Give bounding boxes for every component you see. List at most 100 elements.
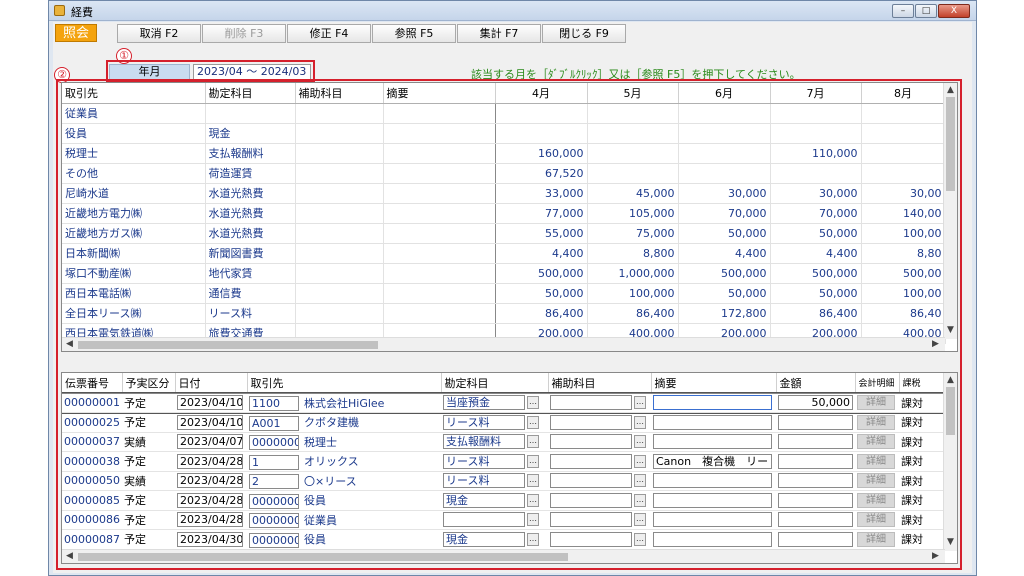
amount-field[interactable] bbox=[778, 414, 853, 430]
browse-button[interactable]: … bbox=[634, 474, 646, 488]
detail-row[interactable]: 00000050 実績 2023/04/28 2 〇×リース リース料…… 詳細 課対 bbox=[62, 471, 945, 491]
browse-button[interactable]: … bbox=[527, 415, 539, 429]
amount-field[interactable] bbox=[778, 434, 853, 450]
memo-field[interactable]: Canon 複合機 リー bbox=[653, 453, 772, 469]
account-field[interactable]: 支払報酬料 bbox=[443, 434, 525, 450]
detail-button[interactable]: 詳細 bbox=[857, 531, 895, 547]
sub-account-field[interactable] bbox=[550, 492, 632, 508]
browse-button[interactable]: … bbox=[634, 435, 646, 449]
scroll-down-icon[interactable]: ▼ bbox=[947, 537, 954, 547]
summary-row[interactable]: 税理士 支払報酬料 160,000 110,000 bbox=[62, 143, 946, 164]
detail-vertical-scrollbar[interactable]: ▲ ▼ bbox=[943, 373, 957, 551]
account-field[interactable]: 現金 bbox=[443, 492, 525, 508]
account-field[interactable]: リース料 bbox=[443, 473, 525, 489]
scroll-down-icon[interactable]: ▼ bbox=[947, 325, 954, 335]
fkey-button-1[interactable]: 取消 F2 bbox=[117, 24, 201, 43]
summary-row[interactable]: 従業員 bbox=[62, 103, 946, 124]
amount-field[interactable]: 50,000 bbox=[778, 395, 853, 411]
period-field[interactable]: 2023/04 ～ 2024/03 bbox=[193, 64, 311, 80]
partner-code-field[interactable]: 1 bbox=[249, 454, 299, 470]
memo-field[interactable] bbox=[653, 414, 772, 430]
account-field[interactable]: 当座預金 bbox=[443, 395, 525, 411]
partner-code-field[interactable]: 1100 bbox=[249, 396, 299, 411]
memo-field[interactable] bbox=[653, 434, 772, 450]
detail-row[interactable]: 00000037実績2023/04/0700000004税理士支払報酬料……詳細… bbox=[62, 432, 945, 452]
detail-button[interactable]: 詳細 bbox=[857, 453, 895, 469]
partner-code-field[interactable]: 00000001 bbox=[249, 513, 299, 528]
summary-row[interactable]: 近畿地方電力㈱ 水道光熱費 77,000 105,000 70,000 70,000 140… bbox=[62, 203, 946, 224]
browse-button[interactable]: … bbox=[634, 396, 646, 410]
memo-field[interactable] bbox=[653, 492, 772, 508]
summary-row[interactable]: 役員 現金 bbox=[62, 123, 946, 144]
summary-row[interactable]: 近畿地方ガス㈱ 水道光熱費 55,000 75,000 50,000 50,000 100,… bbox=[62, 223, 946, 244]
memo-field[interactable] bbox=[653, 473, 772, 489]
detail-button[interactable]: 詳細 bbox=[857, 414, 895, 430]
sub-account-field[interactable] bbox=[550, 473, 632, 489]
voucher-number-cell[interactable]: 00000038 bbox=[62, 451, 122, 472]
account-field[interactable]: リース料 bbox=[443, 453, 525, 469]
browse-button[interactable]: … bbox=[634, 454, 646, 468]
monthly-summary-grid[interactable]: 取引先 勘定科目 補助科目 摘要 4月 5月 6月 7月 8月 従業員 役員 現金 税理士 支払報酬料 1… bbox=[61, 82, 958, 352]
memo-field[interactable] bbox=[653, 512, 772, 528]
detail-row[interactable]: 00000086予定2023/04/28 00000001 従業員 … … 詳細課対 bbox=[62, 510, 945, 530]
scroll-left-icon[interactable]: ◀ bbox=[66, 339, 73, 349]
date-field[interactable]: 2023/04/28 bbox=[177, 512, 243, 528]
amount-field[interactable] bbox=[778, 453, 853, 469]
scroll-right-icon[interactable]: ▶ bbox=[932, 339, 939, 349]
voucher-number-cell[interactable]: 00000086 bbox=[62, 510, 122, 530]
account-field[interactable]: リース料 bbox=[443, 414, 525, 430]
scroll-thumb[interactable] bbox=[78, 341, 378, 349]
browse-button[interactable]: … bbox=[634, 415, 646, 429]
summary-horizontal-scrollbar[interactable]: ◀ ▶ bbox=[62, 337, 945, 351]
summary-row[interactable]: 全日本リース㈱ リース料 86,400 86,400 172,800 86,400 86,4… bbox=[62, 303, 946, 324]
close-button[interactable]: X bbox=[938, 4, 970, 18]
date-field[interactable]: 2023/04/28 bbox=[177, 453, 243, 469]
sub-account-field[interactable] bbox=[550, 434, 632, 450]
sub-account-field[interactable] bbox=[550, 512, 632, 528]
detail-button[interactable]: 詳細 bbox=[857, 434, 895, 450]
maximize-button[interactable]: □ bbox=[915, 4, 937, 18]
browse-button[interactable]: … bbox=[634, 513, 646, 527]
scroll-thumb[interactable] bbox=[946, 97, 955, 191]
scroll-up-icon[interactable]: ▲ bbox=[947, 85, 954, 95]
sub-account-field[interactable] bbox=[550, 395, 632, 411]
memo-field[interactable] bbox=[653, 531, 772, 547]
voucher-number-cell[interactable]: 00000085 bbox=[62, 490, 122, 511]
summary-row[interactable]: 日本新聞㈱ 新聞図書費 4,400 8,800 4,400 4,400 8,80 bbox=[62, 243, 946, 264]
browse-button[interactable]: … bbox=[634, 532, 646, 546]
detail-button[interactable]: 詳細 bbox=[857, 492, 895, 508]
date-field[interactable]: 2023/04/30 bbox=[177, 531, 243, 547]
voucher-detail-grid[interactable]: 伝票番号 予実区分 日付 取引先 勘定科目 補助科目 摘要 金額 会計明細 課税 00000001… bbox=[61, 372, 958, 564]
date-field[interactable]: 2023/04/07 bbox=[177, 434, 243, 450]
scroll-thumb[interactable] bbox=[946, 387, 955, 435]
partner-code-field[interactable]: A001 bbox=[249, 415, 299, 431]
browse-button[interactable]: … bbox=[527, 396, 539, 410]
minimize-button[interactable]: – bbox=[892, 4, 914, 18]
browse-button[interactable]: … bbox=[634, 493, 646, 507]
date-field[interactable]: 2023/04/28 bbox=[177, 492, 243, 508]
fkey-button-5[interactable]: 集計 F7 bbox=[457, 24, 541, 43]
detail-row[interactable]: 00000087予定2023/04/3000000002役員現金……詳細課対 bbox=[62, 529, 945, 550]
partner-code-field[interactable]: 00000004 bbox=[249, 435, 299, 450]
browse-button[interactable]: … bbox=[527, 435, 539, 449]
detail-row[interactable]: 00000001 予定 2023/04/10 1100 株式会社HiGlee 当座預金……… bbox=[62, 392, 946, 414]
summary-row[interactable]: 尼崎水道 水道光熱費 33,000 45,000 30,000 30,000 30,00 bbox=[62, 183, 946, 204]
memo-field[interactable] bbox=[653, 395, 772, 411]
detail-row[interactable]: 00000025 予定 2023/04/10 A001 クボタ建機 リース料…… 詳細 課対 bbox=[62, 412, 945, 433]
summary-row[interactable]: 西日本電話㈱ 通信費 50,000 100,000 50,000 50,000 100,00 bbox=[62, 283, 946, 304]
detail-horizontal-scrollbar[interactable]: ◀ ▶ bbox=[62, 549, 945, 563]
partner-code-field[interactable]: 00000002 bbox=[249, 532, 299, 548]
fkey-button-2[interactable]: 削除 F3 bbox=[202, 24, 286, 43]
scroll-thumb[interactable] bbox=[78, 553, 568, 561]
amount-field[interactable] bbox=[778, 473, 853, 489]
detail-button[interactable]: 詳細 bbox=[857, 395, 895, 411]
browse-button[interactable]: … bbox=[527, 513, 539, 527]
account-field[interactable] bbox=[443, 512, 525, 528]
browse-button[interactable]: … bbox=[527, 454, 539, 468]
date-field[interactable]: 2023/04/10 bbox=[177, 414, 243, 430]
browse-button[interactable]: … bbox=[527, 493, 539, 507]
browse-button[interactable]: … bbox=[527, 474, 539, 488]
voucher-number-cell[interactable]: 00000087 bbox=[62, 529, 122, 550]
date-field[interactable]: 2023/04/10 bbox=[177, 395, 243, 411]
voucher-number-cell[interactable]: 00000037 bbox=[62, 432, 122, 452]
